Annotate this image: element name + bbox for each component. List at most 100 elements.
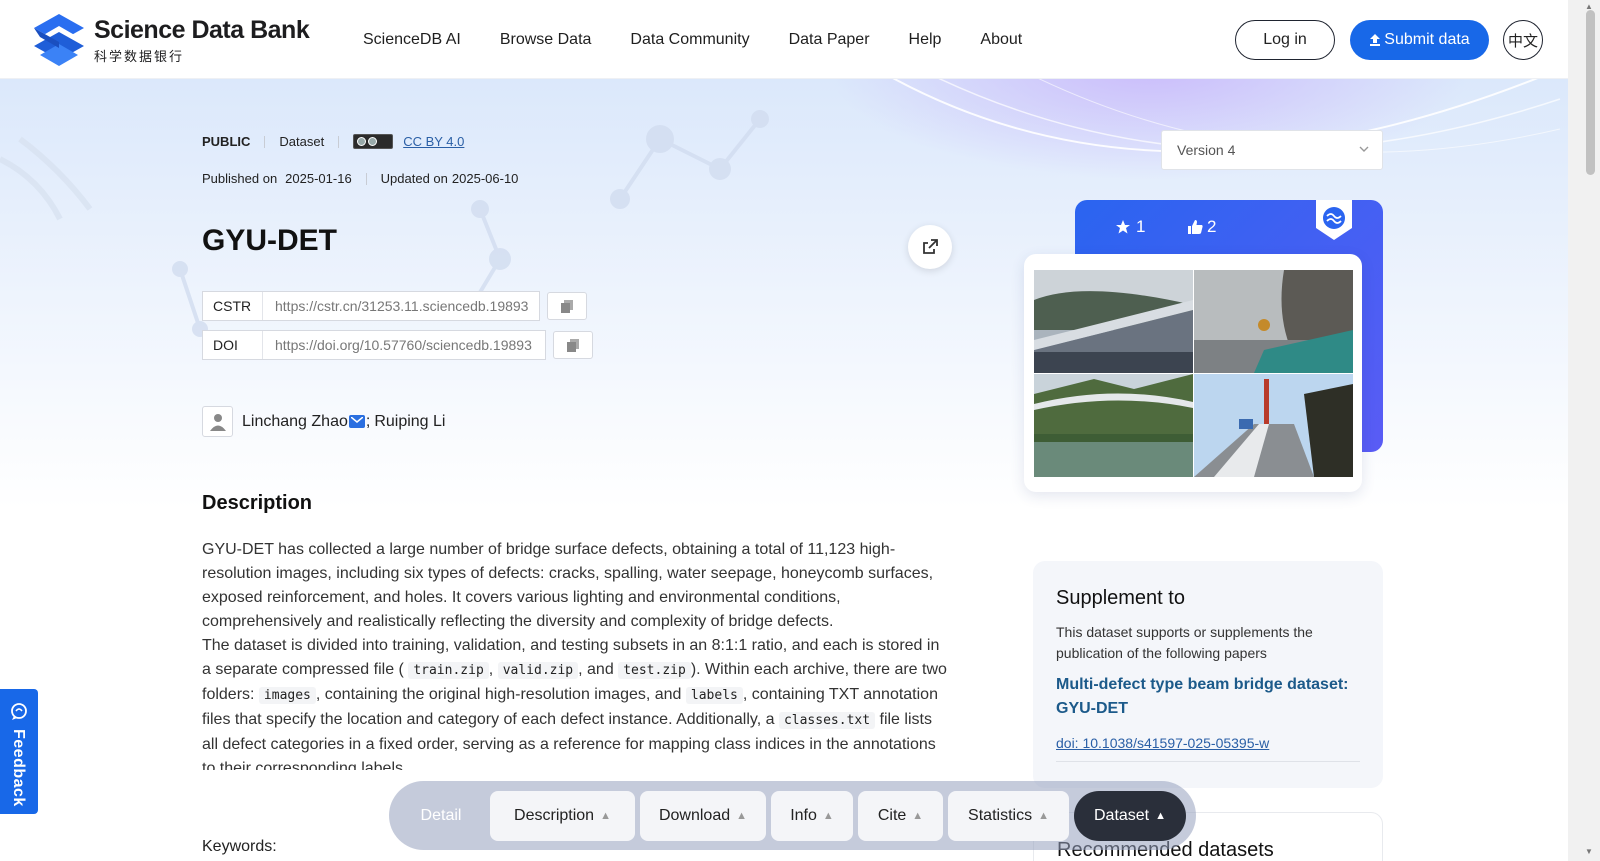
login-button[interactable]: Log in xyxy=(1235,20,1335,60)
bridge-image xyxy=(1034,374,1193,477)
date-row: Published on 2025-01-16 Updated on 2025-… xyxy=(202,171,518,186)
logo-subtitle: 科学数据银行 xyxy=(94,48,185,64)
tab-info[interactable]: Info ▲ xyxy=(771,790,853,841)
description-paragraph: GYU-DET has collected a large number of … xyxy=(202,541,934,630)
top-header: Science Data Bank 科学数据银行 ScienceDB AI Br… xyxy=(0,0,1568,79)
scroll-down-icon[interactable]: ▼ xyxy=(1585,847,1593,856)
paper-doi-link[interactable]: doi: 10.1038/s41597-025-05395-w xyxy=(1056,735,1269,751)
description-text-part: , and xyxy=(578,661,614,678)
tab-dataset[interactable]: Dataset ▲ xyxy=(1074,790,1186,841)
upload-icon xyxy=(1370,34,1381,46)
published-label: Published on xyxy=(202,171,278,186)
login-label: Log in xyxy=(1263,31,1307,48)
main-nav: ScienceDB AI Browse Data Data Community … xyxy=(363,0,1061,79)
description-text-part: , containing the original high-resolutio… xyxy=(315,686,682,703)
external-link-icon xyxy=(923,239,938,254)
cstr-field: CSTR https://cstr.cn/31253.11.sciencedb.… xyxy=(202,291,540,321)
cstr-label: CSTR xyxy=(203,292,263,320)
license-link[interactable]: CC BY 4.0 xyxy=(403,134,464,149)
divider xyxy=(338,135,340,148)
nav-sciencedb-ai[interactable]: ScienceDB AI xyxy=(363,31,461,49)
nav-data-paper[interactable]: Data Paper xyxy=(789,31,870,49)
chevron-up-icon: ▲ xyxy=(912,809,924,822)
share-button[interactable] xyxy=(908,225,952,269)
dataset-meta: PUBLIC Dataset CC BY 4.0 xyxy=(202,134,464,149)
copy-doi-button[interactable] xyxy=(553,331,593,359)
copy-cstr-button[interactable] xyxy=(547,292,587,320)
star-icon xyxy=(1116,220,1130,234)
tab-description[interactable]: Description ▲ xyxy=(490,790,635,841)
code-train: train.zip xyxy=(408,662,489,679)
like-count[interactable]: 2 xyxy=(1188,217,1216,237)
star-count[interactable]: 1 xyxy=(1116,217,1145,237)
star-value: 1 xyxy=(1136,217,1146,236)
chevron-up-icon: ▲ xyxy=(822,809,834,822)
description-heading: Description xyxy=(202,492,313,514)
scroll-thumb[interactable] xyxy=(1586,10,1595,175)
author-name[interactable]: Ruiping Li xyxy=(374,413,445,431)
dataset-badge-icon xyxy=(1316,200,1352,240)
divider xyxy=(365,172,367,185)
tab-download-label: Download xyxy=(658,806,731,824)
feedback-button[interactable]: Feedback xyxy=(0,689,38,814)
published-date: 2025-01-16 xyxy=(285,171,352,186)
chevron-up-icon: ▲ xyxy=(1155,809,1167,822)
divider xyxy=(264,135,266,148)
language-toggle[interactable]: 中文 xyxy=(1503,20,1543,60)
version-select[interactable]: Version 4 xyxy=(1161,130,1383,170)
author-name[interactable]: Linchang Zhao xyxy=(242,413,348,431)
cstr-value[interactable]: https://cstr.cn/31253.11.sciencedb.19893 xyxy=(263,298,528,314)
author-list: Linchang Zhao ; Ruiping Li xyxy=(202,406,445,437)
person-icon xyxy=(202,406,233,437)
code-test: test.zip xyxy=(618,662,691,679)
submit-data-button[interactable]: Submit data xyxy=(1350,20,1489,60)
content-area: PUBLIC Dataset CC BY 4.0 Published on 20… xyxy=(0,79,1568,861)
doi-label: DOI xyxy=(203,331,263,359)
site-logo[interactable]: Science Data Bank 科学数据银行 xyxy=(30,12,310,68)
copy-icon xyxy=(567,338,579,352)
tab-download[interactable]: Download ▲ xyxy=(640,790,766,841)
updated-label: Updated on xyxy=(380,171,448,186)
bridge-image xyxy=(1194,374,1353,477)
thumbs-up-icon xyxy=(1188,220,1203,234)
bridge-image xyxy=(1034,270,1193,373)
nav-browse-data[interactable]: Browse Data xyxy=(500,31,592,49)
tab-statistics-label: Statistics xyxy=(968,806,1033,824)
tab-detail[interactable]: Detail xyxy=(397,807,485,825)
nav-help[interactable]: Help xyxy=(909,31,942,49)
tab-dataset-label: Dataset xyxy=(1093,806,1150,824)
doi-value[interactable]: https://doi.org/10.57760/sciencedb.19893 xyxy=(263,337,532,353)
tab-statistics[interactable]: Statistics ▲ xyxy=(948,790,1069,841)
chevron-down-icon xyxy=(1359,146,1369,152)
feedback-label: Feedback xyxy=(10,729,27,807)
tab-cite[interactable]: Cite ▲ xyxy=(858,790,943,841)
cc-license-icon xyxy=(353,134,394,149)
mail-icon[interactable] xyxy=(348,415,365,428)
supplement-text: This dataset supports or supplements the… xyxy=(1056,624,1313,661)
like-value: 2 xyxy=(1207,217,1217,236)
supplement-card: Supplement to This dataset supports or s… xyxy=(1033,561,1383,788)
feedback-icon xyxy=(11,703,27,720)
dataset-title: GYU-DET xyxy=(202,224,337,257)
preview-image-grid xyxy=(1034,270,1353,477)
dataset-preview-card[interactable] xyxy=(1024,254,1362,492)
keywords-label: Keywords: xyxy=(202,838,277,855)
page-scrollbar[interactable]: ▲ ▼ xyxy=(1568,0,1600,861)
bridge-image xyxy=(1194,270,1353,373)
supplement-title: Supplement to xyxy=(1056,587,1185,609)
section-tabbar: Detail Description ▲ Download ▲ Info ▲ Cite… xyxy=(389,781,1196,850)
nav-data-community[interactable]: Data Community xyxy=(630,31,749,49)
code-classes: classes.txt xyxy=(778,712,876,729)
description-text: GYU-DET has collected a large number of … xyxy=(202,538,947,770)
version-value: Version 4 xyxy=(1177,142,1236,158)
code-images: images xyxy=(258,687,316,704)
submit-label: Submit data xyxy=(1384,31,1470,48)
paper-title-link[interactable]: Multi-defect type beam bridge dataset: G… xyxy=(1056,673,1361,721)
visibility-label: PUBLIC xyxy=(202,134,251,149)
chevron-up-icon: ▲ xyxy=(600,809,611,822)
code-valid: valid.zip xyxy=(497,662,579,679)
tab-cite-label: Cite xyxy=(877,806,907,824)
nav-about[interactable]: About xyxy=(980,31,1022,49)
logo-icon xyxy=(34,14,84,66)
divider xyxy=(1056,761,1360,762)
